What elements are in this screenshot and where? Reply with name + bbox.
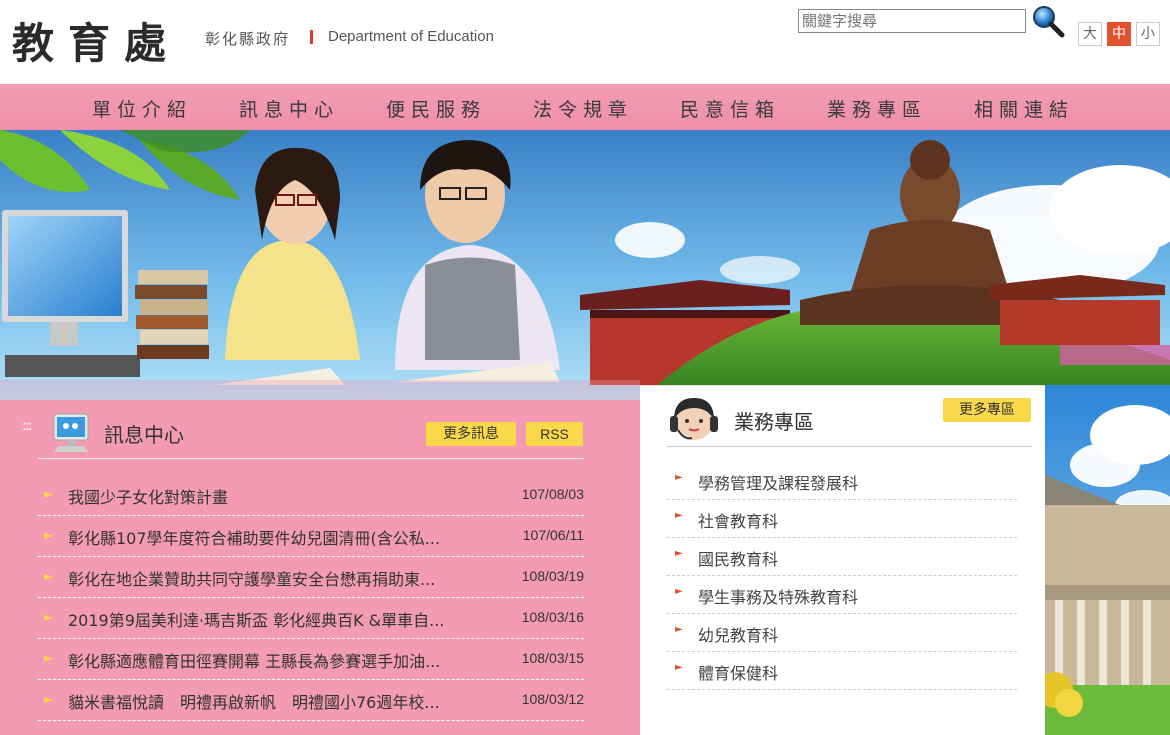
business-item-label[interactable]: 體育保健科 [698,660,778,684]
news-item-date: 108/03/15 [521,650,584,666]
computer-icon [48,410,94,456]
nav-item-links[interactable]: 相關連結 [974,95,1074,122]
news-item-date: 108/03/19 [521,568,584,584]
building-photo [1045,385,1170,735]
news-item-title[interactable]: 貓米書福悅讀 明禮再啟新帆 明禮國小76週年校... [68,689,488,713]
bullet-arrow-icon: ► [675,624,683,635]
news-item[interactable]: ► 2019第9屆美利達·瑪吉斯盃 彰化經典百K &單車自... 108/03/… [38,598,584,639]
business-item[interactable]: ► 幼兒教育科 [667,614,1017,652]
bullet-arrow-icon: ► [44,487,54,501]
nav-item-news[interactable]: 訊息中心 [239,95,339,122]
nav-item-regulations[interactable]: 法令規章 [533,95,633,122]
bullet-arrow-icon: ► [675,548,683,559]
business-divider [667,446,1032,447]
site-logo-title[interactable]: 教育處 [12,10,180,71]
news-item-date: 108/03/12 [521,691,584,707]
nav-item-services[interactable]: 便民服務 [386,95,486,122]
news-divider [38,458,584,459]
news-panel: ::: 訊息中心 更多訊息 RSS ► 我國少子女化對策計畫 107/08/03… [0,400,640,735]
font-size-medium-button[interactable]: 中 [1107,22,1131,46]
bullet-arrow-icon: ► [44,569,54,583]
news-panel-title: 訊息中心 [104,423,184,447]
bullet-arrow-icon: ► [44,692,54,706]
site-header: 教育處 彰化縣政府 Department of Education 大 中 小 [0,0,1170,84]
business-item-label[interactable]: 學務管理及課程發展科 [698,470,858,494]
news-item[interactable]: ► 我國少子女化對策計畫 107/08/03 [38,475,584,516]
drag-dots-icon: ::: [22,418,32,434]
site-logo-english: Department of Education [328,28,494,45]
business-item[interactable]: ► 學務管理及課程發展科 [667,462,1017,500]
news-item-date: 108/03/16 [521,609,584,625]
search-input[interactable] [798,9,1026,33]
news-item[interactable]: ► 彰化縣適應體育田徑賽開幕 王縣長為參賽選手加油... 108/03/15 [38,639,584,680]
bullet-arrow-icon: ► [44,651,54,665]
more-business-button[interactable]: 更多專區 [943,398,1031,422]
business-panel: 業務專區 更多專區 ► 學務管理及課程發展科 ► 社會教育科 ► 國民教育科 ►… [640,385,1045,735]
font-size-large-button[interactable]: 大 [1078,22,1102,46]
site-logo-subtitle: 彰化縣政府 [205,30,291,48]
business-item-label[interactable]: 學生事務及特殊教育科 [698,584,858,608]
bullet-arrow-icon: ► [675,586,683,597]
news-item-title[interactable]: 2019第9屆美利達·瑪吉斯盃 彰化經典百K &單車自... [68,607,488,631]
more-news-button[interactable]: 更多訊息 [426,422,516,446]
bullet-arrow-icon: ► [675,472,683,483]
news-item[interactable]: ► 彰化縣107學年度符合補助要件幼兒園清冊(含公私... 107/06/11 [38,516,584,557]
business-item-label[interactable]: 幼兒教育科 [698,622,778,646]
business-item[interactable]: ► 體育保健科 [667,652,1017,690]
business-item-label[interactable]: 國民教育科 [698,546,778,570]
nav-item-business[interactable]: 業務專區 [827,95,927,122]
news-item-title[interactable]: 彰化縣適應體育田徑賽開幕 王縣長為參賽選手加油... [68,648,488,672]
headset-icon [666,394,722,450]
news-item-title[interactable]: 彰化縣107學年度符合補助要件幼兒園清冊(含公私... [68,525,488,549]
business-panel-title: 業務專區 [734,410,814,434]
font-size-small-button[interactable]: 小 [1136,22,1160,46]
business-item[interactable]: ► 學生事務及特殊教育科 [667,576,1017,614]
news-item[interactable]: ► 貓米書福悅讀 明禮再啟新帆 明禮國小76週年校... 108/03/12 [38,680,584,721]
business-item[interactable]: ► 社會教育科 [667,500,1017,538]
rss-button[interactable]: RSS [526,422,583,446]
business-item[interactable]: ► 國民教育科 [667,538,1017,576]
bullet-arrow-icon: ► [44,610,54,624]
logo-divider [310,30,313,44]
search-icon[interactable] [1030,4,1066,40]
bullet-arrow-icon: ► [44,528,54,542]
news-item[interactable]: ► 彰化在地企業贊助共同守護學童安全台懋再捐助東... 108/03/19 [38,557,584,598]
news-item-title[interactable]: 彰化在地企業贊助共同守護學童安全台懋再捐助東... [68,566,488,590]
news-item-title[interactable]: 我國少子女化對策計畫 [68,484,488,508]
bullet-arrow-icon: ► [675,662,683,673]
nav-item-mailbox[interactable]: 民意信箱 [680,95,780,122]
news-item-date: 107/06/11 [522,527,584,543]
business-item-label[interactable]: 社會教育科 [698,508,778,532]
nav-item-about[interactable]: 單位介紹 [92,95,192,122]
news-item-date: 107/08/03 [521,486,584,502]
hero-banner [0,130,1170,400]
bullet-arrow-icon: ► [675,510,683,521]
main-nav: 單位介紹 訊息中心 便民服務 法令規章 民意信箱 業務專區 相關連結 [0,84,1170,130]
